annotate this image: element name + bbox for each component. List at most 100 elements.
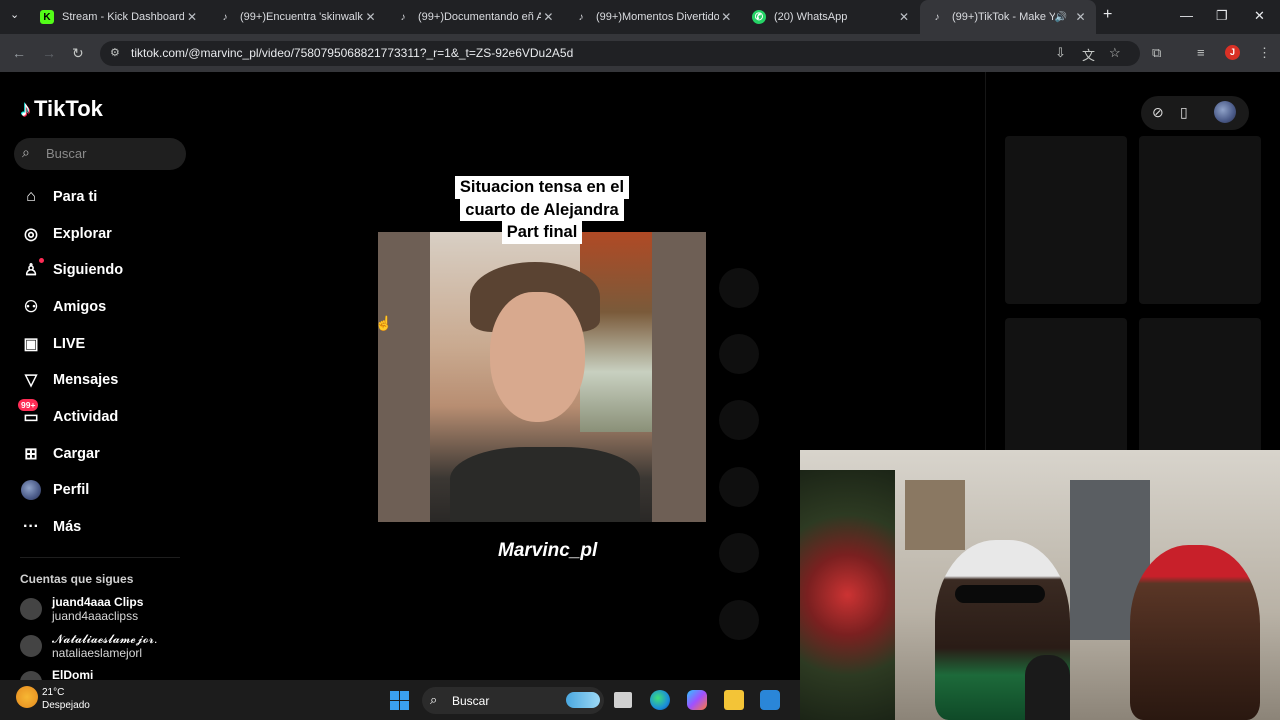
nav-live[interactable]: ▣ LIVE <box>20 332 85 356</box>
bookmark-star-icon[interactable]: ☆ <box>1109 45 1121 61</box>
activity-badge: 99+ <box>18 399 39 411</box>
nav-label: Amigos <box>53 299 107 315</box>
url-text[interactable]: tiktok.com/@marvinc_pl/video/75807950688… <box>131 46 573 60</box>
comment-button[interactable] <box>719 334 759 374</box>
translate-icon[interactable]: 文 <box>1082 45 1095 64</box>
nav-para-ti[interactable]: ⌂ Para ti <box>20 185 97 209</box>
profile-avatar[interactable]: J <box>1225 45 1240 60</box>
close-icon[interactable]: ✕ <box>719 10 734 24</box>
media-control-icon[interactable]: ≡ <box>1197 45 1205 60</box>
windows-start-icon[interactable] <box>390 691 409 710</box>
nav-cargar[interactable]: ⊞ Cargar <box>20 442 99 466</box>
profile-avatar-image <box>21 480 41 500</box>
tiktok-logo[interactable]: ♪ TikTok <box>20 96 103 122</box>
speaker-icon[interactable]: 🔊 <box>1055 12 1067 23</box>
profile-avatar[interactable] <box>1214 101 1236 123</box>
bookmark-button[interactable] <box>719 400 759 440</box>
nav-actividad[interactable]: ▭ 99+ Actividad <box>18 399 118 429</box>
face-shape <box>490 292 585 422</box>
video-thumbnail[interactable] <box>1139 136 1261 304</box>
task-view-icon[interactable] <box>614 692 632 708</box>
account-handle: juand4aaaclipss <box>52 609 139 623</box>
divider <box>20 557 180 558</box>
device-icon[interactable]: ▯ <box>1180 104 1188 121</box>
nav-amigos[interactable]: ⚇ Amigos <box>20 295 106 319</box>
share-button[interactable] <box>719 467 759 507</box>
following-account[interactable]: 𝓝𝓪𝓽𝓪𝓵𝓲𝓪𝓮𝓼𝓵𝓪𝓶𝓮𝓳𝓸𝓻. nataliaeslamejorl <box>20 632 157 660</box>
nav-mensajes[interactable]: ▽ Mensajes <box>20 368 118 392</box>
copilot-icon[interactable] <box>687 690 707 710</box>
following-header: Cuentas que sigues <box>20 572 134 586</box>
minimize-button[interactable]: — <box>1180 8 1193 23</box>
search-input[interactable] <box>14 138 186 170</box>
site-info-icon[interactable]: ⚙ <box>110 46 120 59</box>
restore-button[interactable]: ❐ <box>1216 8 1228 24</box>
nav-label: Más <box>53 519 82 535</box>
nav-perfil[interactable]: Perfil <box>20 478 89 502</box>
caption-line: Situacion tensa en el <box>454 176 630 199</box>
activity-icon: ▭ 99+ <box>18 399 42 428</box>
store-icon[interactable] <box>760 690 780 710</box>
nav-label: Perfil <box>53 482 90 498</box>
nav-mas[interactable]: ··· Más <box>20 515 81 539</box>
browser-tab[interactable]: ♪ (99+)Documentando eñ Ar ✕ <box>386 0 564 34</box>
nav-explorar[interactable]: ◎ Explorar <box>20 222 112 246</box>
browser-tab[interactable]: ✆ (20) WhatsApp ✕ <box>742 0 920 34</box>
avatar-icon <box>20 479 42 501</box>
close-icon[interactable]: ✕ <box>363 10 378 24</box>
tiktok-icon: ♪ <box>400 11 406 23</box>
back-button[interactable]: ← <box>12 45 26 61</box>
video-player[interactable] <box>378 232 706 522</box>
sound-button[interactable] <box>719 600 759 640</box>
file-explorer-icon[interactable] <box>724 690 744 710</box>
nav-label: Siguiendo <box>53 262 124 278</box>
home-icon: ⌂ <box>26 188 36 205</box>
video-watermark: Marvinc_pl <box>498 540 598 561</box>
following-icon: ♙ <box>20 258 44 281</box>
tab-title: (99+)Documentando eñ Ar <box>418 11 541 23</box>
like-button[interactable] <box>719 268 759 308</box>
tab-search-icon[interactable]: ⌄ <box>10 8 19 21</box>
search-highlight-icon[interactable] <box>566 692 600 708</box>
coin-icon[interactable]: ⊘ <box>1152 104 1164 121</box>
browser-tab[interactable]: ♪ (99+)Encuentra 'skinwalker ✕ <box>208 0 386 34</box>
tab-title: (99+)Momentos Divertido: <box>596 11 719 23</box>
close-icon[interactable]: ✕ <box>1073 10 1088 24</box>
weather-icon[interactable] <box>16 686 38 708</box>
microphone <box>1025 655 1070 720</box>
live-icon: ▣ <box>23 336 39 353</box>
weather-temp[interactable]: 21°C <box>42 687 64 698</box>
search-placeholder: Buscar <box>46 146 87 161</box>
close-icon[interactable]: ✕ <box>896 10 912 24</box>
extensions-icon[interactable]: ⧉ <box>1152 45 1161 61</box>
tab-title: (99+)Encuentra 'skinwalker <box>240 11 364 23</box>
reload-button[interactable]: ↻ <box>72 45 84 62</box>
kick-icon: K <box>40 10 54 24</box>
video-thumbnail[interactable] <box>1005 136 1127 304</box>
browser-tab-active[interactable]: ♪ (99+)TikTok - Make Yo 🔊 ✕ <box>920 0 1096 34</box>
whatsapp-icon: ✆ <box>752 10 766 24</box>
close-window-button[interactable]: ✕ <box>1254 8 1265 24</box>
close-icon[interactable]: ✕ <box>541 10 556 24</box>
person-right <box>1130 545 1260 720</box>
sunglasses <box>955 585 1045 603</box>
nav-label: Mensajes <box>53 372 119 388</box>
avatar <box>20 635 42 657</box>
weather-desc[interactable]: Despejado <box>42 700 90 711</box>
install-app-icon[interactable]: ⇩ <box>1055 45 1066 61</box>
nav-siguiendo[interactable]: ♙ Siguiendo <box>20 258 123 282</box>
nav-label: LIVE <box>53 336 86 352</box>
browser-tab[interactable]: K Stream - Kick Dashboard ✕ <box>30 0 208 34</box>
forward-button[interactable]: → <box>42 45 56 61</box>
repost-button[interactable] <box>719 533 759 573</box>
following-account[interactable]: juand4aaa Clips juand4aaaclipss <box>20 595 143 623</box>
new-tab-button[interactable]: + <box>1103 6 1112 24</box>
browser-tab[interactable]: ♪ (99+)Momentos Divertido: ✕ <box>564 0 742 34</box>
account-handle: nataliaeslamejorl <box>52 646 143 660</box>
edge-icon[interactable] <box>650 690 670 710</box>
close-icon[interactable]: ✕ <box>184 10 200 24</box>
window-light <box>580 232 652 432</box>
menu-icon[interactable]: ⋮ <box>1258 45 1271 61</box>
avatar <box>20 598 42 620</box>
tiktok-icon: ♪ <box>222 11 228 23</box>
